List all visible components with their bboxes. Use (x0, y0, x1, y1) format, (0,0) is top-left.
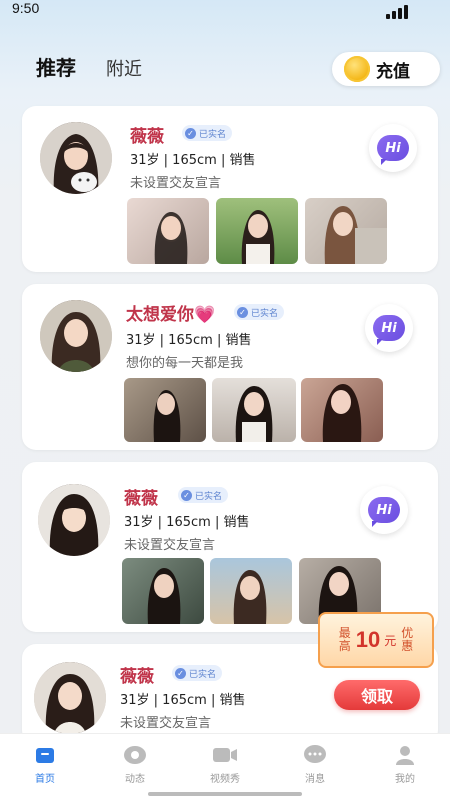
promo-left-text: 最高 (338, 626, 351, 653)
photo[interactable] (212, 378, 296, 442)
claim-button[interactable]: 领取 (334, 680, 420, 710)
photo[interactable] (124, 378, 206, 442)
profile-icon (392, 744, 418, 766)
recharge-button[interactable]: 充值 (332, 52, 440, 86)
user-motto: 未设置交友宣言 (120, 716, 212, 731)
check-icon: ✓ (185, 127, 196, 139)
photo[interactable] (305, 198, 387, 264)
user-name: 薇薇 (120, 667, 154, 687)
home-icon (32, 744, 58, 766)
photo[interactable] (216, 198, 298, 264)
nav-home-label: 首页 (35, 774, 55, 785)
signal-icon (386, 5, 408, 19)
verified-label: 已实名 (251, 308, 279, 319)
hi-button[interactable]: Hi (360, 486, 408, 534)
user-motto: 未设置交友宣言 (124, 538, 216, 553)
tab-recommend[interactable]: 推荐 (36, 52, 76, 81)
verified-badge: ✓ 已实名 (182, 125, 233, 141)
home-indicator (148, 792, 302, 796)
check-icon: ✓ (181, 489, 192, 501)
nav-moments[interactable]: 动态 (100, 744, 170, 785)
verified-label: 已实名 (189, 669, 217, 680)
message-icon (302, 744, 328, 766)
user-card[interactable]: 薇薇 ✓ 已实名 31岁 | 165cm | 销售 未设置交友宣言 Hi (22, 462, 438, 632)
check-icon: ✓ (237, 306, 248, 318)
hi-icon: Hi (373, 315, 405, 345)
status-time: 9:50 (12, 0, 40, 16)
nav-home[interactable]: 首页 (10, 744, 80, 785)
verified-badge: ✓ 已实名 (172, 665, 223, 681)
photo[interactable] (210, 558, 292, 624)
verified-label: 已实名 (199, 129, 227, 140)
hi-button[interactable]: Hi (369, 124, 417, 172)
photo[interactable] (127, 198, 209, 264)
bottom-nav: 首页 动态 视频秀 消息 我的 (0, 733, 450, 800)
user-name: 太想爱你💗 (126, 305, 216, 325)
nav-moments-label: 动态 (125, 774, 145, 785)
coin-icon (344, 56, 370, 82)
user-info: 31岁 | 165cm | 销售 (120, 693, 246, 708)
user-card[interactable]: 太想爱你💗 ✓ 已实名 31岁 | 165cm | 销售 想你的每一天都是我 H… (22, 284, 438, 450)
hi-icon: Hi (368, 497, 400, 527)
nav-video-label: 视频秀 (210, 774, 240, 785)
coupon-box[interactable]: 最高 10 元 优惠 (318, 612, 434, 668)
video-icon (212, 744, 238, 766)
user-motto: 未设置交友宣言 (130, 176, 222, 191)
avatar[interactable] (38, 484, 110, 556)
verified-label: 已实名 (195, 491, 223, 502)
avatar[interactable] (34, 662, 106, 734)
hi-icon: Hi (377, 135, 409, 165)
avatar[interactable] (40, 300, 112, 372)
tab-nearby[interactable]: 附近 (106, 55, 142, 81)
user-card[interactable]: 薇薇 ✓ 已实名 31岁 | 165cm | 销售 未设置交友宣言 Hi (22, 106, 438, 272)
promo-right-text: 优惠 (401, 626, 414, 653)
user-info: 31岁 | 165cm | 销售 (130, 153, 256, 168)
verified-badge: ✓ 已实名 (178, 487, 229, 503)
check-icon: ✓ (175, 667, 186, 679)
avatar[interactable] (40, 122, 112, 194)
user-info: 31岁 | 165cm | 销售 (124, 515, 250, 530)
verified-badge: ✓ 已实名 (234, 304, 285, 320)
recharge-label: 充值 (376, 61, 410, 82)
top-tabs: 推荐 附近 (36, 52, 142, 81)
promo-widget[interactable]: 最高 10 元 优惠 领取 (318, 612, 434, 714)
promo-unit: 元 (384, 633, 397, 648)
user-name: 薇薇 (124, 489, 158, 509)
promo-amount: 10 (355, 627, 381, 652)
photo[interactable] (122, 558, 204, 624)
nav-profile[interactable]: 我的 (370, 744, 440, 785)
status-bar: 9:50 (0, 0, 450, 24)
nav-messages-label: 消息 (305, 774, 325, 785)
hi-button[interactable]: Hi (365, 304, 413, 352)
nav-profile-label: 我的 (395, 774, 415, 785)
moments-icon (122, 744, 148, 766)
user-motto: 想你的每一天都是我 (126, 356, 244, 371)
user-info: 31岁 | 165cm | 销售 (126, 333, 252, 348)
nav-video[interactable]: 视频秀 (190, 744, 260, 785)
user-name: 薇薇 (130, 127, 164, 147)
photo[interactable] (301, 378, 383, 442)
nav-messages[interactable]: 消息 (280, 744, 350, 785)
